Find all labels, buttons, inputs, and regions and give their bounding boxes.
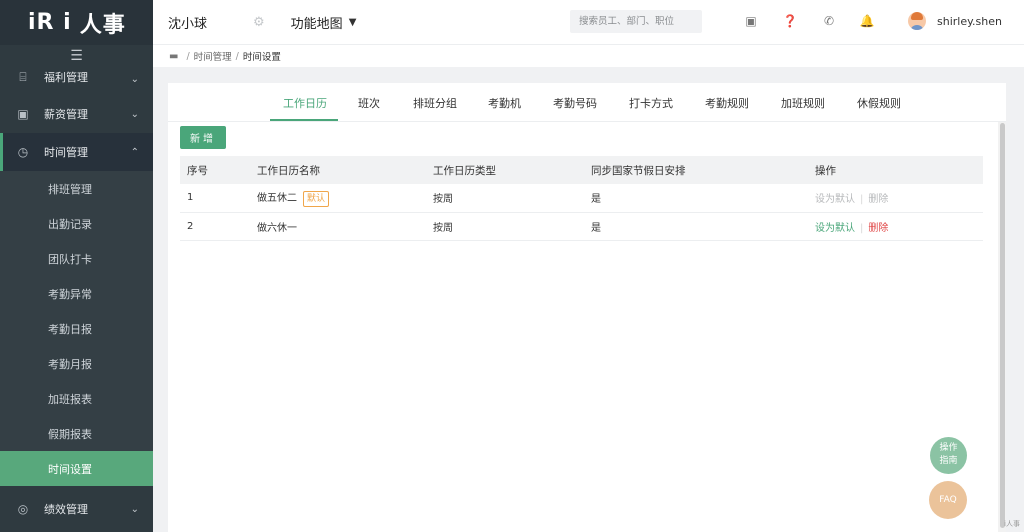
gift-icon: ⌸	[19, 70, 27, 84]
tab-attendance-numbers[interactable]: 考勤号码	[553, 95, 597, 111]
sidebar-group-performance[interactable]: ◎ 绩效管理 ⌄	[0, 486, 153, 532]
tab-attendance-rules[interactable]: 考勤规则	[705, 95, 749, 111]
sidebar-item-schedule[interactable]: 排班管理	[0, 171, 153, 206]
delete-button: 删除	[868, 194, 889, 206]
sidebar-item-leave-report[interactable]: 假期报表	[0, 416, 153, 451]
chevron-down-icon: ⌄	[130, 108, 139, 120]
sidebar-group-time[interactable]: ◷ 时间管理 ⌃	[0, 133, 153, 171]
tab-shifts[interactable]: 班次	[358, 95, 380, 111]
column-header-name: 工作日历名称	[250, 156, 426, 184]
cell-no: 2	[180, 212, 250, 241]
sidebar-group-salary[interactable]: ▣ 薪资管理 ⌄	[0, 95, 153, 133]
tab-bar: 工作日历 班次 排班分组 考勤机 考勤号码 打卡方式 考勤规则 加班规则 休假规…	[168, 83, 1006, 122]
tab-attendance-machines[interactable]: 考勤机	[488, 95, 521, 111]
add-button[interactable]: 新增	[180, 126, 226, 149]
tab-shift-groups[interactable]: 排班分组	[413, 95, 457, 111]
operation-guide-button[interactable]: 操作 指南	[930, 437, 967, 474]
delete-button[interactable]: 删除	[868, 223, 888, 234]
sidebar-group-label: 时间管理	[44, 146, 88, 159]
faq-button[interactable]: FAQ	[929, 481, 967, 519]
column-header-no: 序号	[180, 156, 250, 184]
action-divider: |	[860, 222, 864, 234]
chevron-up-icon: ⌃	[130, 146, 139, 158]
sidebar-group-label: 薪资管理	[44, 108, 88, 121]
tab-leave-rules[interactable]: 休假规则	[857, 95, 901, 111]
top-header: 沈小球 ⚙ 功能地图 ▼ ▣ ❓ ✆ 🔔 shirley.shen	[153, 0, 1024, 45]
company-name[interactable]: 沈小球	[168, 13, 207, 32]
app-logo[interactable]: iR i 人事	[0, 0, 153, 45]
main-card: 工作日历 班次 排班分组 考勤机 考勤号码 打卡方式 考勤规则 加班规则 休假规…	[168, 83, 1006, 532]
function-map-label: 功能地图	[290, 16, 343, 32]
footer-watermark: i人事	[1004, 520, 1020, 528]
target-icon: ◎	[17, 502, 29, 516]
breadcrumb-separator: /	[186, 50, 190, 62]
video-icon[interactable]: ▣	[743, 13, 759, 29]
search-input[interactable]	[570, 10, 702, 33]
action-divider: |	[860, 194, 864, 206]
column-header-type: 工作日历类型	[426, 156, 584, 184]
calendar-name: 做六休一	[257, 222, 297, 234]
cell-name: 做五休二 默认	[250, 184, 426, 213]
breadcrumb: ▬ / 时间管理 / 时间设置	[153, 45, 1024, 67]
sidebar-group-label: 福利管理	[44, 71, 88, 84]
column-header-actions: 操作	[808, 156, 983, 184]
wallet-icon: ▣	[17, 107, 29, 121]
sidebar-item-daily-report[interactable]: 考勤日报	[0, 311, 153, 346]
breadcrumb-time-management[interactable]: 时间管理	[194, 49, 232, 63]
sidebar-item-team-clock[interactable]: 团队打卡	[0, 241, 153, 276]
cell-type: 按周	[426, 212, 584, 241]
hamburger-icon[interactable]: ☰	[0, 45, 153, 67]
logo-mark: iR i	[28, 10, 72, 35]
cell-no: 1	[180, 184, 250, 213]
bell-icon[interactable]: 🔔	[859, 13, 875, 29]
sidebar-group-welfare[interactable]: ⌸ 福利管理 ⌄	[0, 67, 153, 89]
tab-overtime-rules[interactable]: 加班规则	[781, 95, 825, 111]
work-calendar-table: 序号 工作日历名称 工作日历类型 同步国家节假日安排 操作 1 做五休二 默认 按…	[180, 156, 983, 241]
sidebar-item-overtime-report[interactable]: 加班报表	[0, 381, 153, 416]
username[interactable]: shirley.shen	[937, 15, 1002, 28]
calendar-name: 做五休二	[257, 192, 297, 204]
tab-clock-methods[interactable]: 打卡方式	[629, 95, 673, 111]
monitor-icon[interactable]: ▬	[169, 51, 178, 62]
gear-icon[interactable]: ⚙	[253, 15, 265, 30]
sidebar-group-label: 绩效管理	[44, 503, 88, 516]
table-header-row: 序号 工作日历名称 工作日历类型 同步国家节假日安排 操作	[180, 156, 983, 184]
guide-label-line1: 操作	[939, 443, 958, 453]
chevron-down-icon: ⌄	[130, 503, 139, 515]
active-tab-indicator	[270, 119, 338, 121]
set-default-button[interactable]: 设为默认	[815, 223, 855, 234]
guide-label-line2: 指南	[939, 456, 958, 466]
cell-type: 按周	[426, 184, 584, 213]
caret-down-icon: ▼	[348, 16, 357, 28]
cell-name: 做六休一	[250, 212, 426, 241]
avatar[interactable]	[908, 12, 926, 30]
function-map-dropdown[interactable]: 功能地图 ▼	[291, 13, 357, 32]
clock-icon: ◷	[17, 145, 29, 159]
table-row: 1 做五休二 默认 按周 是 设为默认 | 删除	[180, 184, 983, 213]
cell-actions: 设为默认 | 删除	[808, 184, 983, 213]
phone-icon[interactable]: ✆	[821, 13, 837, 29]
cell-sync: 是	[584, 184, 808, 213]
default-badge: 默认	[303, 190, 330, 207]
cell-sync: 是	[584, 212, 808, 241]
logo-text: 人事	[79, 12, 126, 38]
sidebar: iR i 人事 ☰ ⌸ 福利管理 ⌄ ▣ 薪资管理 ⌄ ◷ 时间管理 ⌃ 排班管…	[0, 0, 153, 532]
chevron-down-icon: ⌄	[130, 74, 139, 85]
breadcrumb-separator: /	[235, 50, 239, 62]
scrollbar-thumb[interactable]	[1000, 123, 1005, 528]
help-icon[interactable]: ❓	[782, 13, 798, 29]
breadcrumb-current: 时间设置	[242, 52, 281, 63]
table-row: 2 做六休一 按周 是 设为默认 | 删除	[180, 212, 983, 241]
tab-work-calendar[interactable]: 工作日历	[283, 95, 327, 111]
sidebar-item-time-settings[interactable]: 时间设置	[0, 451, 153, 486]
column-header-sync-holidays: 同步国家节假日安排	[584, 156, 808, 184]
set-default-button: 设为默认	[815, 194, 855, 206]
sidebar-item-attendance-records[interactable]: 出勤记录	[0, 206, 153, 241]
sidebar-item-monthly-report[interactable]: 考勤月报	[0, 346, 153, 381]
cell-actions: 设为默认 | 删除	[808, 212, 983, 241]
sidebar-item-attendance-exceptions[interactable]: 考勤异常	[0, 276, 153, 311]
